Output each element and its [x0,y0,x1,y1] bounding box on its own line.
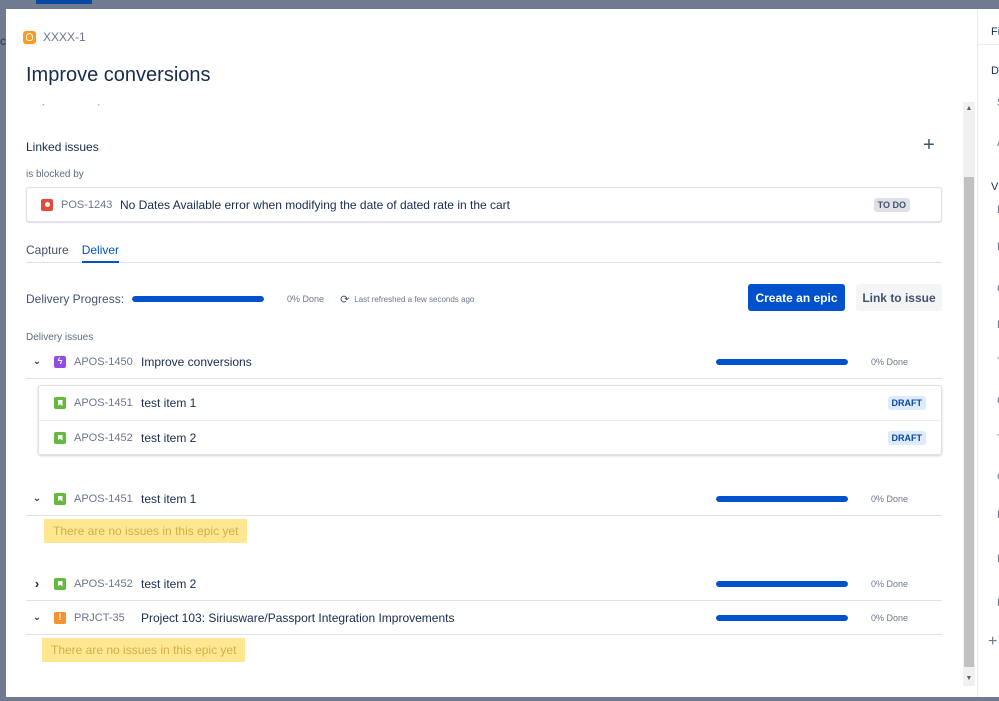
child-issue-key[interactable]: APOS-1451 [74,397,141,409]
epic-summary[interactable]: Improve conversions [141,355,252,369]
child-issue-row[interactable]: APOS-1451 test item 1 DRAFT [39,386,941,420]
epic-done-text: 0% Done [871,612,909,623]
scroll-down-icon[interactable]: ▼ [963,672,975,686]
page-title: Improve conversions [26,64,211,86]
epic-icon: ϟ [54,355,66,368]
epic-done-text: 0% Done [871,356,909,367]
epic-summary[interactable]: Project 103: Siriusware/Passport Integra… [141,611,454,625]
epic-progress-bar [716,614,848,621]
epic-key[interactable]: APOS-1451 [74,493,141,505]
linked-issue-card[interactable]: POS-1243 No Dates Available error when m… [26,187,942,222]
idea-icon [23,30,36,44]
linked-issue-summary[interactable]: No Dates Available error when modifying … [120,198,510,212]
epic-row[interactable]: ⌄ ! PRJCT-35 Project 103: Siriusware/Pas… [26,601,942,635]
right-details-panel: Fi DE S A VI D L C P T C T C B E R + [977,9,999,697]
linked-issues-heading: Linked issues [26,140,99,154]
refresh-icon[interactable]: ⟳ [340,293,349,306]
issue-key[interactable]: XXXX-1 [43,30,86,44]
status-badge: TO DO [873,197,910,212]
story-icon [54,397,66,409]
epic-progress-bar [716,495,848,502]
epic-progress-bar [716,580,848,587]
scrollbar-thumb[interactable] [964,177,974,667]
delivery-issues-heading: Delivery issues [26,332,94,343]
modal-scrollbar[interactable]: ▲ ▼ [963,102,975,686]
epic-row[interactable]: › APOS-1452 test item 2 0% Done [26,567,942,601]
chevron-down-icon[interactable]: ⌄ [31,612,43,623]
epic-key[interactable]: APOS-1452 [74,578,141,590]
progress-fill [132,296,265,302]
epic-progress-bar [716,358,848,365]
linked-issue-key[interactable]: POS-1243 [61,199,120,211]
right-panel-item[interactable]: Fi [991,26,999,38]
link-to-issue-button[interactable]: Link to issue [856,284,942,311]
empty-epic-message: There are no issues in this epic yet [42,638,246,662]
right-panel-section: DE [991,65,999,77]
child-issue-row[interactable]: APOS-1452 test item 2 DRAFT [39,420,941,454]
status-badge: DRAFT [887,396,926,410]
story-icon [54,492,66,505]
link-relation-label: is blocked by [26,169,84,180]
delivery-progress-bar [132,296,265,302]
epic-row[interactable]: ⌄ APOS-1451 test item 1 0% Done [26,482,942,516]
child-issue-key[interactable]: APOS-1452 [74,432,141,444]
chevron-down-icon[interactable]: ⌄ [31,356,43,367]
epic-key[interactable]: PRJCT-35 [74,612,141,624]
epic-summary[interactable]: test item 2 [141,577,196,591]
progress-fill [716,358,848,365]
epic-summary[interactable]: test item 1 [141,492,196,506]
last-refreshed-text: Last refreshed a few seconds ago [354,294,475,304]
epic-key[interactable]: APOS-1450 [74,356,141,368]
child-issue-summary[interactable]: test item 2 [141,431,196,445]
epic-done-text: 0% Done [871,493,909,504]
right-panel-section: VI [991,181,999,193]
delivery-done-text: 0% Done [287,294,325,304]
background-tab-indicator [36,0,92,4]
tab-capture[interactable]: Capture [26,241,69,263]
progress-fill [716,495,848,502]
child-issues-card: APOS-1451 test item 1 DRAFT APOS-1452 te… [38,385,942,455]
status-badge: DRAFT [887,430,926,445]
truncated-content: ´ ´ [42,103,126,113]
story-icon [54,577,66,590]
scroll-up-icon[interactable]: ▲ [963,102,975,116]
issue-modal: XXXX-1 Improve conversions ´ ´ Linked is… [6,9,977,697]
epic-row[interactable]: ⌄ ϟ APOS-1450 Improve conversions 0% Don… [26,345,942,379]
progress-fill [716,614,848,621]
tab-bar: Capture Deliver [26,241,942,263]
chevron-down-icon[interactable]: ⌄ [31,493,43,504]
issue-key-breadcrumb[interactable]: XXXX-1 [23,30,86,44]
story-icon [54,431,66,444]
delivery-progress-label: Delivery Progress: [26,292,125,306]
chevron-right-icon[interactable]: › [31,576,43,591]
progress-fill [716,580,848,587]
child-issue-summary[interactable]: test item 1 [141,396,196,410]
warning-icon: ! [54,611,66,624]
empty-epic-message: There are no issues in this epic yet [44,519,248,543]
epic-done-text: 0% Done [871,578,909,589]
add-linked-issue-button[interactable]: + [920,133,938,157]
add-field-icon[interactable]: + [988,633,997,651]
bug-icon [41,198,53,211]
create-epic-button[interactable]: Create an epic [748,284,845,311]
tab-deliver[interactable]: Deliver [81,241,120,263]
